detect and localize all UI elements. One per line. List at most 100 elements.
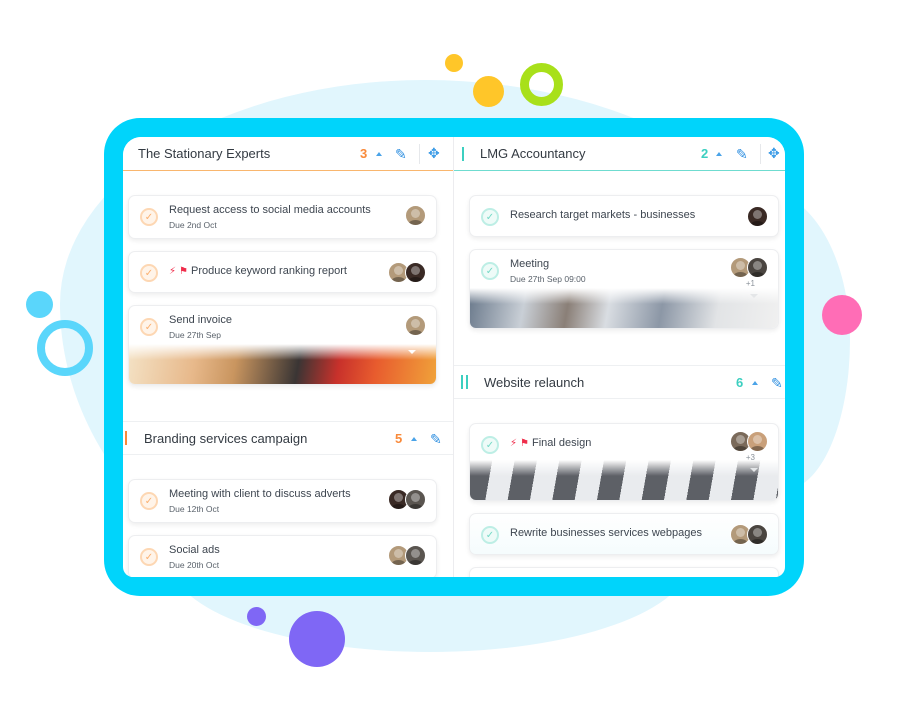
assignee-avatars (747, 206, 768, 227)
task-count: 2 (701, 146, 709, 161)
task-title: Research target markets - businesses (510, 209, 696, 221)
complete-checkbox[interactable]: ✓ (140, 208, 158, 226)
complete-checkbox[interactable]: ✓ (140, 492, 158, 510)
assignee-avatars (388, 545, 426, 566)
task-title: Send invoice (169, 314, 232, 326)
task-title: Rewrite businesses services webpages (510, 527, 702, 539)
avatar[interactable] (747, 431, 768, 452)
avatar[interactable] (405, 315, 426, 336)
more-assignees-count: +1 (745, 279, 755, 288)
task-cover-image (470, 460, 778, 500)
task-card[interactable]: ✓ ⚡ ⚑ Produce keyword ranking report (128, 251, 437, 293)
yellow-dot-small (445, 54, 463, 72)
edit-icon[interactable]: ✎ (736, 146, 748, 163)
complete-checkbox[interactable]: ✓ (481, 526, 499, 544)
assignee-avatars (730, 257, 768, 278)
yellow-dot-large (473, 76, 504, 107)
task-card[interactable]: ✓ Rewrite businesses services webpages (469, 513, 779, 555)
task-cover-image (129, 344, 436, 384)
move-icon[interactable]: ✥ (768, 145, 780, 162)
avatar[interactable] (405, 205, 426, 226)
task-card[interactable]: ✓ Social ads Due 20th Oct (128, 535, 437, 577)
complete-checkbox[interactable]: ✓ (481, 262, 499, 280)
avatar[interactable] (405, 489, 426, 510)
green-ring (520, 63, 563, 106)
group-title: The Stationary Experts (138, 146, 271, 161)
task-due-date: Due 27th Sep (169, 330, 221, 340)
task-card-partial[interactable] (469, 567, 779, 577)
task-due-date: Due 20th Oct (169, 560, 220, 570)
avatar[interactable] (747, 206, 768, 227)
assignee-avatars (730, 524, 768, 545)
edit-icon[interactable]: ✎ (395, 146, 407, 163)
group-header-website-relaunch[interactable]: Website relaunch 6 ✎ (454, 365, 785, 399)
task-title: Social ads (169, 544, 220, 556)
task-card[interactable]: ✓ Request access to social media account… (128, 195, 437, 239)
task-due-date: Due 27th Sep 09:00 (510, 274, 586, 284)
task-title-row: ⚡ ⚑ Final design (510, 437, 591, 449)
task-card[interactable]: ✓ Research target markets - businesses (469, 195, 779, 237)
task-count: 6 (736, 374, 744, 390)
group-header-branding-services[interactable]: Branding services campaign 5 ✎ (123, 421, 453, 455)
move-icon[interactable]: ✥ (428, 145, 440, 162)
edit-icon[interactable]: ✎ (771, 375, 783, 392)
group-title: Branding services campaign (144, 430, 308, 446)
task-due-date: Due 12th Oct (169, 504, 220, 514)
collapse-caret-icon[interactable] (411, 437, 417, 441)
blue-dot (26, 291, 53, 318)
complete-checkbox[interactable]: ✓ (481, 436, 499, 454)
task-board: The Stationary Experts 3 ✎ ✥ ✓ Request a… (123, 137, 785, 577)
task-card[interactable]: ✓ Meeting Due 27th Sep 09:00 +1 (469, 249, 779, 329)
task-card[interactable]: ✓ Send invoice Due 27th Sep (128, 305, 437, 385)
blue-ring (37, 320, 93, 376)
task-title: Meeting with client to discuss adverts (169, 488, 351, 500)
avatar[interactable] (747, 257, 768, 278)
group-color-bar (125, 431, 127, 445)
avatar[interactable] (405, 545, 426, 566)
collapse-caret-icon[interactable] (376, 152, 382, 156)
group-title: LMG Accountancy (480, 146, 586, 161)
task-card[interactable]: ✓ ⚡ ⚑ Final design +3 (469, 423, 779, 501)
task-due-date: Due 2nd Oct (169, 220, 217, 230)
expand-caret-icon[interactable] (408, 350, 416, 354)
edit-icon[interactable]: ✎ (430, 431, 442, 448)
more-assignees-count: +3 (745, 453, 755, 462)
header-divider (760, 144, 761, 164)
complete-checkbox[interactable]: ✓ (140, 548, 158, 566)
purple-dot-small (247, 607, 266, 626)
group-header-stationary-experts[interactable]: The Stationary Experts 3 ✎ ✥ (123, 137, 453, 171)
lightning-icon: ⚡ (510, 437, 518, 449)
collapse-caret-icon[interactable] (716, 152, 722, 156)
task-card[interactable]: ✓ Meeting with client to discuss adverts… (128, 479, 437, 523)
complete-checkbox[interactable]: ✓ (140, 264, 158, 282)
task-count: 5 (395, 430, 403, 446)
task-title: Meeting (510, 258, 550, 270)
assignee-avatars (730, 431, 768, 452)
complete-checkbox[interactable]: ✓ (481, 208, 499, 226)
assignee-avatars (405, 315, 426, 336)
header-divider (419, 144, 420, 164)
expand-caret-icon[interactable] (750, 294, 758, 298)
task-title: Request access to social media accounts (169, 204, 371, 216)
task-count: 3 (360, 146, 368, 161)
assignee-avatars (388, 262, 426, 283)
avatar[interactable] (747, 524, 768, 545)
task-cover-image (470, 288, 778, 328)
collapse-caret-icon[interactable] (752, 381, 758, 385)
task-title: Final design (532, 437, 592, 449)
expand-caret-icon[interactable] (750, 468, 758, 472)
flag-icon: ⚑ (520, 437, 529, 449)
assignee-avatars (388, 489, 426, 510)
board-column-left: The Stationary Experts 3 ✎ ✥ ✓ Request a… (123, 137, 454, 577)
task-title-row: ⚡ ⚑ Produce keyword ranking report (169, 265, 347, 277)
flag-icon: ⚑ (179, 265, 188, 277)
complete-checkbox[interactable]: ✓ (140, 318, 158, 336)
group-header-lmg-accountancy[interactable]: LMG Accountancy 2 ✎ ✥ (454, 137, 785, 171)
board-column-right: LMG Accountancy 2 ✎ ✥ ✓ Research target … (454, 137, 785, 577)
lightning-icon: ⚡ (169, 265, 177, 277)
pink-dot (822, 295, 862, 335)
group-title: Website relaunch (484, 374, 585, 390)
avatar[interactable] (405, 262, 426, 283)
task-title: Produce keyword ranking report (191, 265, 347, 277)
group-color-bars (461, 375, 468, 389)
